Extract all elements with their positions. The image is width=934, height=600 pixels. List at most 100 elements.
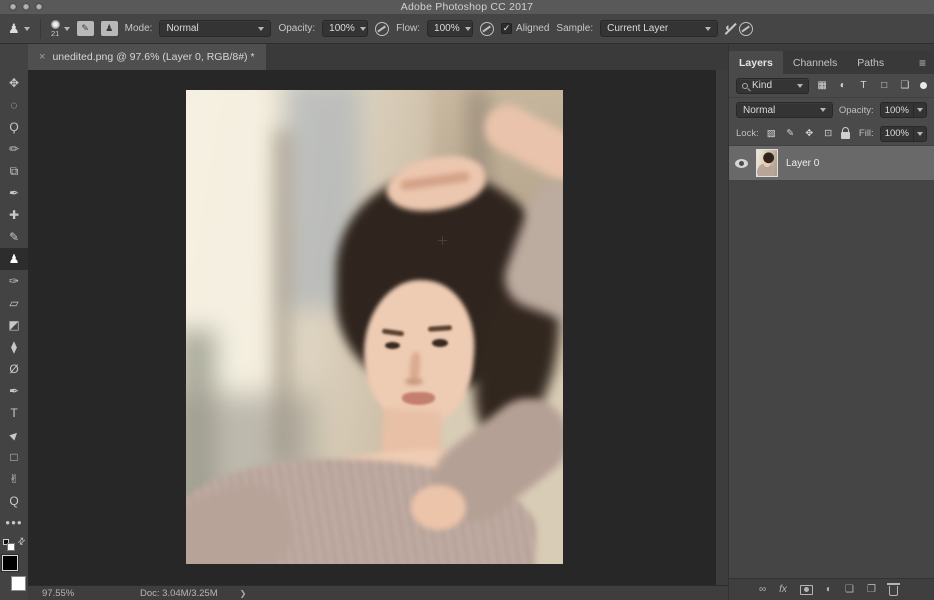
fill-select[interactable]: 100% xyxy=(879,125,927,142)
eyedropper-tool[interactable]: ✒ xyxy=(0,182,28,204)
foreground-color-swatch[interactable] xyxy=(1,554,19,572)
tab-channels[interactable]: Channels xyxy=(783,51,847,74)
new-group-icon[interactable]: ❏ xyxy=(845,584,854,595)
lasso-tool[interactable]: Ϙ xyxy=(0,116,28,138)
clone-stamp-icon: ♟ xyxy=(8,252,20,266)
tab-layers[interactable]: Layers xyxy=(729,51,783,74)
blur-tool[interactable]: ⧫ xyxy=(0,336,28,358)
background-color-swatch[interactable] xyxy=(11,576,26,591)
close-icon[interactable]: × xyxy=(39,51,45,63)
ignore-adjustment-layers-icon[interactable]: ◐ xyxy=(725,23,732,34)
chevron-down-icon xyxy=(464,26,471,31)
tab-paths[interactable]: Paths xyxy=(847,51,894,74)
delete-layer-icon[interactable] xyxy=(886,583,900,596)
new-layer-icon[interactable]: ❐ xyxy=(867,584,876,595)
filter-shape-layers-icon[interactable]: □ xyxy=(877,80,892,91)
shape-icon: □ xyxy=(10,450,18,464)
path-selection-tool[interactable]: ► xyxy=(0,424,28,446)
add-layer-mask-icon[interactable] xyxy=(799,584,813,595)
document-tab[interactable]: × unedited.png @ 97.6% (Layer 0, RGB/8#)… xyxy=(28,44,266,70)
mode-select[interactable]: Normal xyxy=(159,20,272,37)
window-title: Adobe Photoshop CC 2017 xyxy=(400,1,534,13)
filter-smart-objects-icon[interactable]: ❑ xyxy=(897,80,912,91)
lock-artboard-icon[interactable]: ⊡ xyxy=(822,129,835,139)
canvas-workspace[interactable] xyxy=(28,70,728,585)
visibility-eye-icon[interactable] xyxy=(735,158,748,168)
aligned-checkbox[interactable]: ✓ xyxy=(501,23,513,34)
chevron-down-icon xyxy=(917,131,923,136)
brush-tool[interactable]: ✎ xyxy=(0,226,28,248)
fill-value: 100% xyxy=(884,128,909,139)
sample-select[interactable]: Current Layer xyxy=(600,20,719,37)
dodge-tool[interactable]: Ø xyxy=(0,358,28,380)
filter-toggle-icon[interactable] xyxy=(920,82,927,89)
zoom-tool[interactable]: Q xyxy=(0,490,28,512)
pen-tool[interactable]: ✒ xyxy=(0,380,28,402)
move-tool[interactable]: ✥ xyxy=(0,72,28,94)
clone-source-icon: ♟ xyxy=(105,23,114,33)
toggle-brush-panel-button[interactable]: ✎ xyxy=(76,21,94,36)
chevron-button[interactable] xyxy=(913,103,926,117)
chevron-button[interactable] xyxy=(913,126,926,141)
filter-pixel-layers-icon[interactable]: ▦ xyxy=(815,80,830,91)
chevron-down-icon xyxy=(258,26,265,31)
clone-stamp-tool[interactable]: ♟ xyxy=(0,248,28,270)
blend-mode-select[interactable]: Normal xyxy=(736,102,833,118)
gradient-tool[interactable]: ◩ xyxy=(0,314,28,336)
check-icon: ✓ xyxy=(502,23,511,33)
tool-preset-picker[interactable]: ♟ xyxy=(8,22,30,35)
lock-position-icon[interactable]: ✥ xyxy=(803,129,816,139)
healing-brush-icon: ✚ xyxy=(8,208,20,222)
photo-canvas[interactable] xyxy=(186,90,563,564)
lock-pixels-icon[interactable]: ✎ xyxy=(784,129,797,139)
eraser-tool[interactable]: ▱ xyxy=(0,292,28,314)
default-colors-icon[interactable] xyxy=(3,539,15,551)
photo-right-eye xyxy=(432,339,448,347)
zoom-level-field[interactable]: 97.55% xyxy=(42,588,112,599)
chevron-down-icon xyxy=(819,108,826,112)
brush-preview: 21 xyxy=(50,19,60,38)
crop-tool[interactable]: ⧉ xyxy=(0,160,28,182)
filter-kind-select[interactable]: Kind xyxy=(736,77,809,94)
shape-tool[interactable]: □ xyxy=(0,446,28,468)
sample-value: Current Layer xyxy=(607,23,669,34)
brush-tip-icon xyxy=(50,19,60,29)
clone-source-panel-button[interactable]: ♟ xyxy=(100,21,118,36)
airbrush-icon[interactable] xyxy=(480,21,495,36)
aligned-option[interactable]: ✓ Aligned xyxy=(501,23,549,34)
lock-transparency-icon[interactable]: ▨ xyxy=(765,129,778,139)
main-area: ✥ ◌ Ϙ ✏ ⧉ ✒ ✚ ✎ ♟ ✑ ▱ ◩ ⧫ Ø ✒ T ► □ ✌ Q … xyxy=(0,44,934,600)
quick-selection-tool[interactable]: ✏ xyxy=(0,138,28,160)
healing-brush-tool[interactable]: ✚ xyxy=(0,204,28,226)
panel-menu-icon[interactable]: ≡ xyxy=(919,57,926,69)
document-area: × unedited.png @ 97.6% (Layer 0, RGB/8#)… xyxy=(28,44,728,600)
eyedropper-icon: ✒ xyxy=(8,186,20,200)
layer-row-layer-0[interactable]: Layer 0 xyxy=(729,146,934,180)
zoom-icon: Q xyxy=(9,494,19,508)
brush-size-picker[interactable]: 21 xyxy=(50,19,70,38)
link-layers-icon[interactable]: ∞ xyxy=(759,584,766,595)
swap-colors-icon[interactable]: ⇄ xyxy=(16,535,28,547)
filter-adjustment-layers-icon[interactable]: ◐ xyxy=(835,80,850,91)
pen-icon: ✒ xyxy=(8,384,20,398)
dodge-icon: Ø xyxy=(9,362,19,376)
pressure-opacity-icon[interactable] xyxy=(375,21,390,36)
titlebar: Adobe Photoshop CC 2017 xyxy=(0,0,934,14)
filter-type-layers-icon[interactable]: T xyxy=(856,80,871,91)
lock-all-icon[interactable] xyxy=(840,127,850,139)
edit-toolbar-button[interactable]: ●●● xyxy=(0,512,28,534)
marquee-tool[interactable]: ◌ xyxy=(0,94,28,116)
flow-select[interactable]: 100% xyxy=(427,20,474,37)
pressure-size-icon[interactable] xyxy=(738,21,753,36)
layer-opacity-select[interactable]: 100% xyxy=(879,102,927,118)
status-options-chevron[interactable]: ❯ xyxy=(240,589,247,598)
color-swatches xyxy=(1,554,26,591)
history-brush-tool[interactable]: ✑ xyxy=(0,270,28,292)
layer-thumbnail[interactable] xyxy=(756,149,778,177)
sample-label: Sample: xyxy=(556,23,594,34)
hand-tool[interactable]: ✌ xyxy=(0,468,28,490)
layer-style-fx-icon[interactable]: fx xyxy=(779,584,787,595)
opacity-select[interactable]: 100% xyxy=(322,20,369,37)
type-tool[interactable]: T xyxy=(0,402,28,424)
new-adjustment-layer-icon[interactable]: ◐ xyxy=(826,584,832,595)
